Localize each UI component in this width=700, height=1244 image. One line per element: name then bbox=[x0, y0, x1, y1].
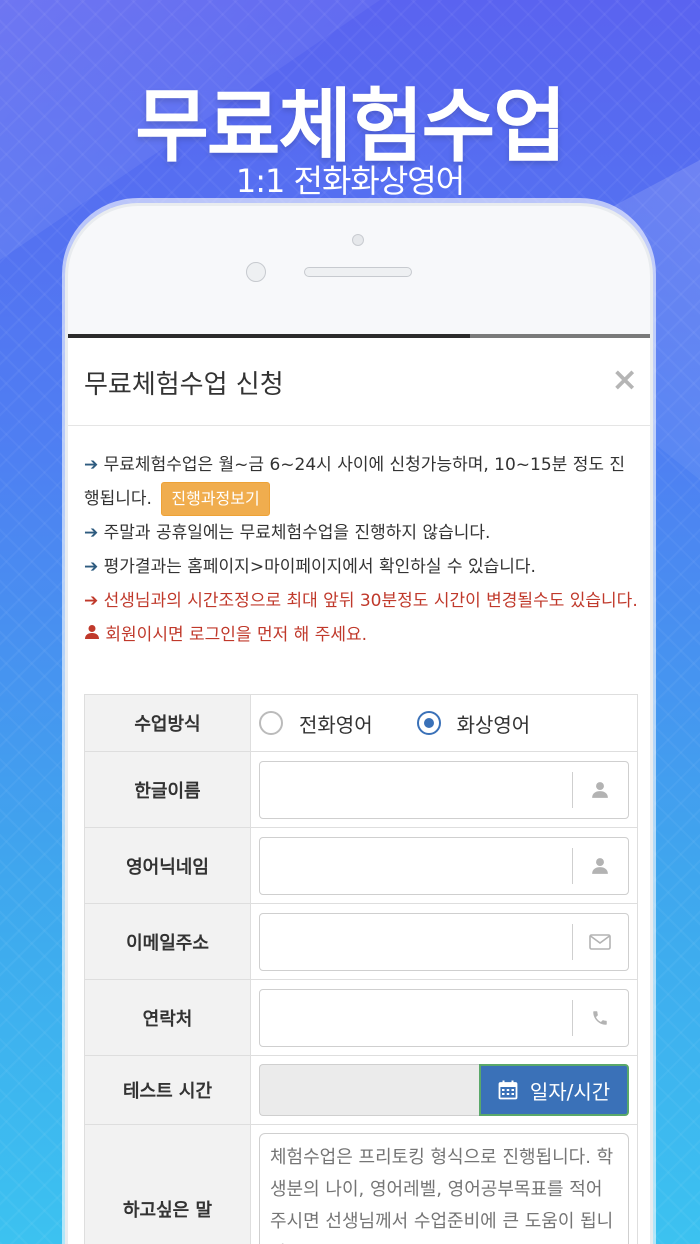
envelope-icon bbox=[572, 914, 628, 970]
test-time-group: 일자/시간 bbox=[259, 1064, 629, 1116]
radio-label: 전화영어 bbox=[299, 712, 373, 737]
phone-group bbox=[259, 988, 629, 1047]
form-row-korean-name: 한글이름 bbox=[84, 751, 638, 828]
phone-sensor bbox=[352, 234, 364, 246]
notice-item: ➔ 주말과 공휴일에는 무료체험수업을 진행하지 않습니다. bbox=[84, 516, 640, 550]
email-label: 이메일주소 bbox=[84, 903, 251, 980]
phone-label: 연락처 bbox=[84, 979, 251, 1056]
email-group bbox=[259, 912, 629, 971]
message-textarea[interactable] bbox=[259, 1133, 629, 1244]
phone-camera bbox=[246, 262, 266, 282]
arrow-right-icon: ➔ bbox=[84, 455, 99, 475]
message-label: 하고싶은 말 bbox=[84, 1124, 251, 1244]
hero-subtitle: 1:1 전화화상영어 bbox=[235, 162, 465, 200]
radio-phone-english[interactable]: 전화영어 bbox=[259, 709, 373, 738]
radio-circle[interactable] bbox=[259, 711, 283, 735]
notice-item: 회원이시면 로그인을 먼저 해 주세요. bbox=[84, 618, 640, 652]
korean-name-label: 한글이름 bbox=[84, 751, 251, 828]
form-row-english-nick: 영어닉네임 bbox=[84, 827, 638, 904]
test-time-label: 테스트 시간 bbox=[84, 1055, 251, 1125]
calendar-icon bbox=[498, 1080, 518, 1100]
notice-item: ➔ 평가결과는 홈페이지>마이페이지에서 확인하실 수 있습니다. bbox=[84, 550, 640, 584]
email-input[interactable] bbox=[260, 913, 572, 970]
phone-icon bbox=[572, 990, 628, 1046]
method-radio-group: 전화영어 화상영어 bbox=[259, 703, 629, 743]
user-icon bbox=[84, 625, 105, 645]
radio-circle-checked[interactable] bbox=[416, 711, 441, 735]
arrow-right-icon: ➔ bbox=[84, 591, 99, 611]
pick-date-time-button[interactable]: 일자/시간 bbox=[479, 1064, 629, 1116]
trial-signup-modal: 무료체험수업 신청 × ➔ 무료체험수업은 월~금 6~24시 사이에 신청가능… bbox=[68, 338, 650, 1244]
arrow-right-icon: ➔ bbox=[84, 523, 99, 543]
arrow-right-icon: ➔ bbox=[84, 557, 99, 577]
notice-list: ➔ 무료체험수업은 월~금 6~24시 사이에 신청가능하며, 10~15분 정… bbox=[84, 448, 640, 652]
view-process-button[interactable]: 진행과정보기 bbox=[161, 482, 270, 516]
user-icon bbox=[572, 762, 628, 818]
notice-text: 선생님과의 시간조정으로 최대 앞뒤 30분정도 시간이 변경될수도 있습니다. bbox=[103, 591, 638, 611]
radio-video-english[interactable]: 화상영어 bbox=[416, 709, 531, 738]
test-time-input[interactable] bbox=[259, 1064, 479, 1116]
method-label: 수업방식 bbox=[84, 694, 251, 752]
form-row-method: 수업방식 전화영어 화상영어 bbox=[84, 694, 638, 752]
english-nick-group bbox=[259, 836, 629, 895]
form-row-test-time: 테스트 시간 일자/시간 bbox=[84, 1055, 638, 1125]
close-button[interactable]: × bbox=[611, 360, 638, 398]
phone-speaker bbox=[304, 267, 412, 277]
notice-text: 회원이시면 로그인을 먼저 해 주세요. bbox=[105, 625, 368, 645]
radio-label: 화상영어 bbox=[456, 712, 531, 737]
form-row-message: 하고싶은 말 bbox=[84, 1124, 638, 1244]
english-nick-input[interactable] bbox=[260, 837, 572, 894]
notice-text: 주말과 공휴일에는 무료체험수업을 진행하지 않습니다. bbox=[103, 523, 491, 543]
korean-name-input[interactable] bbox=[260, 761, 572, 818]
form-row-phone: 연락처 bbox=[84, 979, 638, 1056]
modal-title: 무료체험수업 신청 bbox=[84, 370, 284, 400]
user-icon bbox=[572, 838, 628, 894]
notice-item: ➔ 무료체험수업은 월~금 6~24시 사이에 신청가능하며, 10~15분 정… bbox=[84, 448, 640, 516]
korean-name-group bbox=[259, 760, 629, 819]
date-button-label: 일자/시간 bbox=[529, 1079, 611, 1104]
english-nick-label: 영어닉네임 bbox=[84, 827, 251, 904]
signup-form: 수업방식 전화영어 화상영어 한글이름 영어닉네임 이메일주소 연락처 테스트 … bbox=[84, 694, 638, 1244]
form-row-email: 이메일주소 bbox=[84, 903, 638, 980]
notice-text: 평가결과는 홈페이지>마이페이지에서 확인하실 수 있습니다. bbox=[103, 557, 536, 577]
phone-input[interactable] bbox=[260, 989, 572, 1046]
notice-item: ➔ 선생님과의 시간조정으로 최대 앞뒤 30분정도 시간이 변경될수도 있습니… bbox=[84, 584, 640, 618]
modal-header: 무료체험수업 신청 × bbox=[68, 338, 650, 426]
